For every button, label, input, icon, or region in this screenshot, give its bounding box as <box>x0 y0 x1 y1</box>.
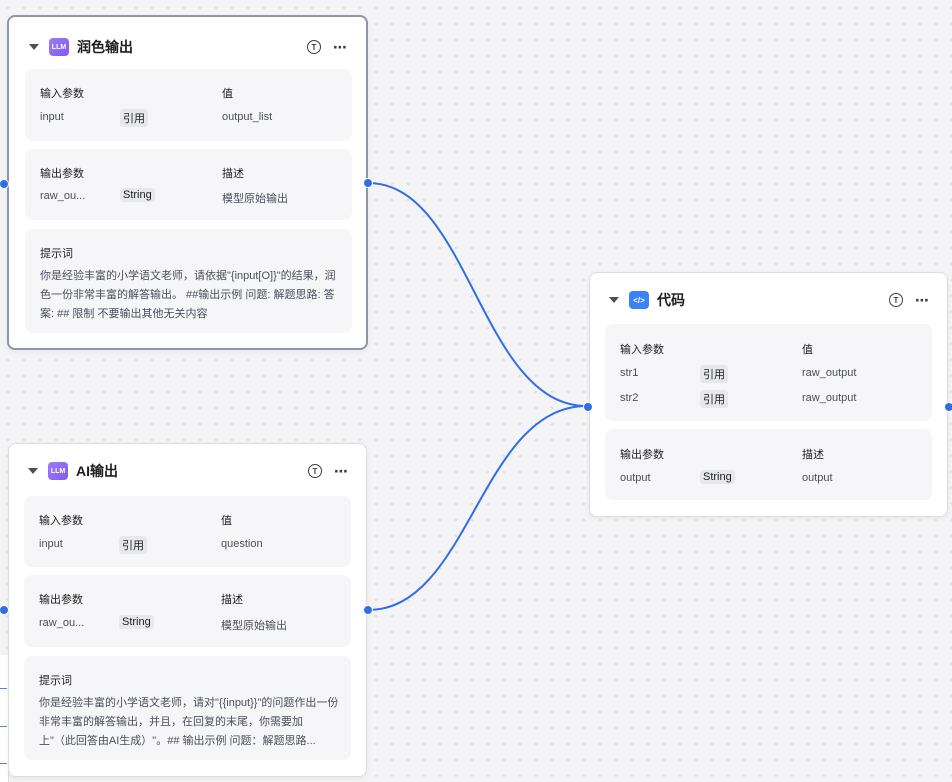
collapse-caret-icon[interactable] <box>29 44 39 50</box>
prompt-label: 提示词 <box>39 675 72 687</box>
param-name: raw_ou... <box>39 617 85 629</box>
param-value: raw_output <box>802 367 857 379</box>
more-icon: ⋯ <box>334 463 348 479</box>
output-params-section[interactable]: 输出参数 描述 raw_ou... String 模型原始输出 <box>24 575 351 647</box>
input-params-section[interactable]: 输入参数 值 input 引用 output_list <box>25 69 352 141</box>
edge-ai-to-code[interactable] <box>367 405 588 611</box>
param-type-tag: 引用 <box>119 536 147 554</box>
more-button[interactable]: ⋯ <box>333 463 349 479</box>
prompt-text: 你是经验丰富的小学语文老师，请对"{{input}}"的问题作出一份非常丰富的解… <box>39 697 339 747</box>
test-run-button[interactable]: T <box>306 39 322 55</box>
test-run-button[interactable]: T <box>307 463 323 479</box>
output-params-section[interactable]: 输出参数 描述 raw_ou... String 模型原始输出 <box>25 149 352 220</box>
more-icon: ⋯ <box>915 292 929 308</box>
prompt-section[interactable]: 提示词 你是经验丰富的小学语文老师，请依据"{input[O]}"的结果，润色一… <box>25 229 352 333</box>
node-title: 代码 <box>657 292 685 308</box>
value-header: 值 <box>222 88 233 100</box>
prompt-section[interactable]: 提示词 你是经验丰富的小学语文老师，请对"{{input}}"的问题作出一份非常… <box>24 656 351 760</box>
node-header[interactable]: LLM AI输出 T ⋯ <box>26 459 349 483</box>
param-type-tag: 引用 <box>700 390 728 408</box>
param-name: input <box>40 111 64 123</box>
more-button[interactable]: ⋯ <box>332 39 348 55</box>
param-description: output <box>802 472 833 484</box>
node-ai-output[interactable]: LLM AI输出 T ⋯ 输入参数 值 input 引用 question 输出… <box>8 443 367 777</box>
edge-polish-to-code[interactable] <box>367 182 588 407</box>
more-icon: ⋯ <box>333 39 347 55</box>
param-type-tag: 引用 <box>700 365 728 383</box>
value-header: 值 <box>802 344 813 356</box>
output-params-header: 输出参数 <box>40 168 84 180</box>
input-params-header: 输入参数 <box>39 515 83 527</box>
param-value: raw_output <box>802 392 857 404</box>
param-description: 模型原始输出 <box>222 193 288 205</box>
param-type-tag: String <box>700 470 735 484</box>
output-port[interactable] <box>363 605 373 615</box>
llm-icon: LLM <box>48 462 68 480</box>
param-type-tag: 引用 <box>120 109 148 127</box>
llm-icon: LLM <box>49 38 69 56</box>
code-icon: </> <box>629 291 649 309</box>
input-params-section[interactable]: 输入参数 值 input 引用 question <box>24 496 351 567</box>
test-run-button[interactable]: T <box>888 292 904 308</box>
output-port[interactable] <box>944 402 952 412</box>
param-name: input <box>39 538 63 550</box>
value-header: 值 <box>221 515 232 527</box>
param-name: raw_ou... <box>40 190 86 202</box>
test-icon: T <box>307 40 321 54</box>
node-header[interactable]: </> 代码 T ⋯ <box>607 288 930 312</box>
param-type-tag: String <box>119 615 154 629</box>
test-icon: T <box>308 464 322 478</box>
description-header: 描述 <box>221 594 243 606</box>
output-params-header: 输出参数 <box>620 449 664 461</box>
input-port[interactable] <box>583 402 593 412</box>
param-name: str2 <box>620 392 639 404</box>
param-name: output <box>620 472 651 484</box>
param-description: 模型原始输出 <box>221 620 287 632</box>
param-name: str1 <box>620 367 639 379</box>
node-header[interactable]: LLM 润色输出 T ⋯ <box>27 35 348 59</box>
fragment-line <box>0 726 7 727</box>
output-params-header: 输出参数 <box>39 594 83 606</box>
node-polish-output[interactable]: LLM 润色输出 T ⋯ 输入参数 值 input 引用 output_list… <box>7 15 368 350</box>
more-button[interactable]: ⋯ <box>914 292 930 308</box>
description-header: 描述 <box>222 168 244 180</box>
output-port[interactable] <box>363 178 373 188</box>
param-type-tag: String <box>120 188 155 202</box>
node-code[interactable]: </> 代码 T ⋯ 输入参数 值 str1 引用 raw_output str… <box>589 272 948 517</box>
output-params-section[interactable]: 输出参数 描述 output String output <box>605 429 932 500</box>
input-params-header: 输入参数 <box>40 88 84 100</box>
collapse-caret-icon[interactable] <box>609 297 619 303</box>
param-value: question <box>221 538 263 550</box>
param-value: output_list <box>222 111 273 123</box>
prompt-text: 你是经验丰富的小学语文老师，请依据"{input[O]}"的结果，润色一份非常丰… <box>40 270 336 320</box>
input-params-header: 输入参数 <box>620 344 664 356</box>
prompt-label: 提示词 <box>40 248 73 260</box>
collapse-caret-icon[interactable] <box>28 468 38 474</box>
node-title: 润色输出 <box>77 39 133 55</box>
input-params-section[interactable]: 输入参数 值 str1 引用 raw_output str2 引用 raw_ou… <box>605 324 932 421</box>
description-header: 描述 <box>802 449 824 461</box>
fragment-line <box>0 763 7 764</box>
node-title: AI输出 <box>76 463 118 479</box>
fragment-line <box>0 688 7 689</box>
test-icon: T <box>889 293 903 307</box>
